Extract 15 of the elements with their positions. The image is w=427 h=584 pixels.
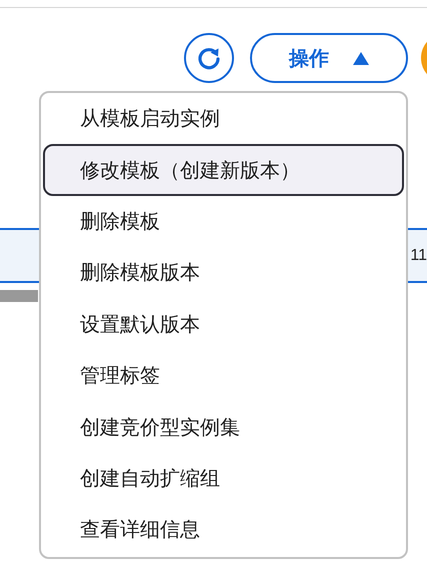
refresh-icon [196, 45, 222, 71]
menu-item[interactable]: 创建竞价型实例集 [43, 401, 404, 453]
menu-item[interactable]: 修改模板（创建新版本） [43, 144, 404, 196]
refresh-button[interactable] [184, 33, 234, 83]
menu-item[interactable]: 删除模板 [43, 196, 404, 248]
menu-item[interactable]: 删除模板版本 [43, 247, 404, 299]
actions-button[interactable]: 操作 [250, 33, 408, 83]
scrollbar[interactable] [0, 290, 38, 302]
menu-item[interactable]: 设置默认版本 [43, 298, 404, 350]
menu-item[interactable]: 从模板启动实例 [43, 93, 404, 144]
menu-item[interactable]: 管理标签 [43, 350, 404, 402]
caret-icon [353, 52, 369, 64]
table-cell: 11 [410, 246, 427, 264]
menu-item[interactable]: 创建自动扩缩组 [43, 452, 404, 504]
menu-item[interactable]: 查看详细信息 [43, 504, 404, 556]
